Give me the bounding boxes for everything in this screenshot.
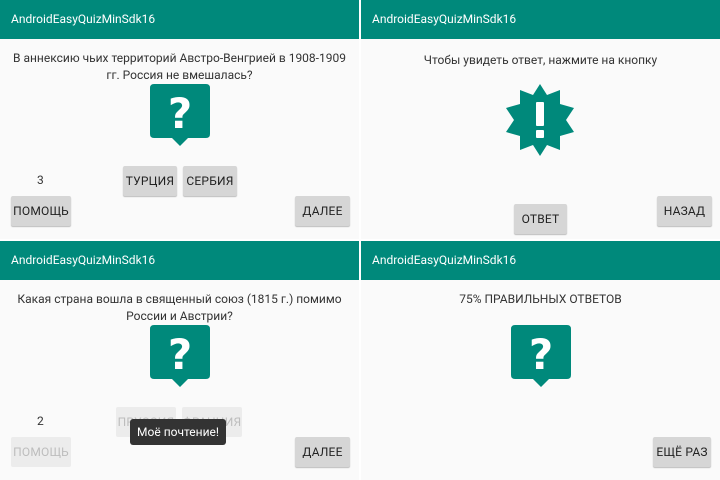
help-button[interactable]: ПОМОЩЬ	[11, 196, 71, 226]
toast-message: Моё почтение!	[130, 419, 226, 445]
app-title: AndroidEasyQuizMinSdk16	[11, 253, 156, 267]
app-title: AndroidEasyQuizMinSdk16	[372, 253, 517, 267]
svg-text:?: ?	[168, 89, 192, 138]
answer-button-1[interactable]: ТУРЦИЯ	[123, 166, 177, 196]
back-button[interactable]: НАЗАД	[657, 196, 712, 226]
question-text: Какая страна вошла в священный союз (181…	[17, 292, 342, 323]
restart-button[interactable]: ЕЩЁ РАЗ	[653, 437, 711, 467]
cheat-screen: AndroidEasyQuizMinSdk16 Чтобы увидеть от…	[361, 0, 720, 239]
answer-button-2[interactable]: СЕРБИЯ	[183, 166, 237, 196]
svg-text:?: ?	[529, 330, 553, 379]
cheat-prompt-text: Чтобы увидеть ответ, нажмите на кнопку	[423, 53, 658, 67]
help-button[interactable]: ПОМОЩЬ	[11, 437, 71, 467]
next-button[interactable]: ДАЛЕЕ	[295, 196, 350, 226]
result-text: 75% ПРАВИЛЬНЫХ ОТВЕТОВ	[459, 292, 622, 306]
quiz-screen-toast: AndroidEasyQuizMinSdk16 Какая страна вош…	[0, 241, 359, 480]
app-title: AndroidEasyQuizMinSdk16	[372, 12, 517, 26]
app-bar: AndroidEasyQuizMinSdk16	[0, 0, 359, 39]
app-bar: AndroidEasyQuizMinSdk16	[0, 241, 359, 280]
quiz-screen-question: AndroidEasyQuizMinSdk16 В аннексию чьих …	[0, 0, 359, 239]
hint-counter: 2	[37, 414, 44, 428]
question-icon: ?	[150, 325, 210, 387]
question-icon: ?	[511, 325, 571, 387]
app-bar: AndroidEasyQuizMinSdk16	[361, 241, 720, 280]
question-icon: ?	[150, 84, 210, 146]
next-button[interactable]: ДАЛЕЕ	[295, 437, 350, 467]
show-answer-button[interactable]: ОТВЕТ	[514, 204, 567, 234]
svg-text:?: ?	[168, 330, 192, 379]
hint-counter: 3	[37, 173, 44, 187]
question-text: В аннексию чьих территорий Австро-Венгри…	[13, 51, 346, 82]
app-bar: AndroidEasyQuizMinSdk16	[361, 0, 720, 39]
alert-badge-icon	[506, 84, 574, 156]
app-title: AndroidEasyQuizMinSdk16	[11, 12, 156, 26]
results-screen: AndroidEasyQuizMinSdk16 75% ПРАВИЛЬНЫХ О…	[361, 241, 720, 480]
